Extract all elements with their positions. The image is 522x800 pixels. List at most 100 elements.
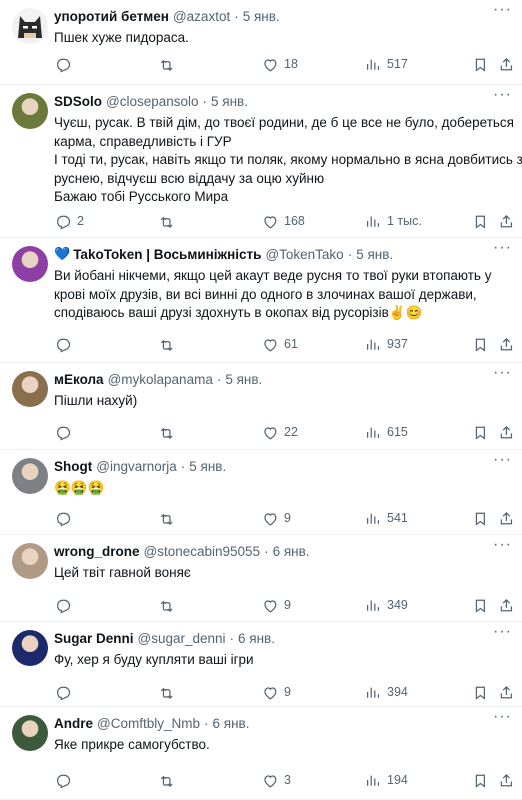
bookmark-button[interactable] (471, 597, 488, 614)
views-button[interactable]: 394 (364, 684, 408, 701)
reply-icon (56, 599, 71, 613)
share-button[interactable] (497, 597, 514, 614)
tweet-date[interactable]: 5 янв. (211, 94, 248, 109)
tweet-date[interactable]: 5 янв. (243, 9, 280, 24)
retweet-button[interactable] (158, 56, 181, 73)
reply-button[interactable] (54, 424, 77, 441)
retweet-button[interactable] (158, 424, 181, 441)
more-options-icon[interactable]: ··· (493, 240, 512, 256)
retweet-button[interactable] (158, 510, 181, 527)
like-button[interactable]: 168 (261, 213, 305, 230)
avatar[interactable] (12, 8, 48, 44)
views-button[interactable]: 517 (364, 56, 408, 73)
more-options-icon[interactable]: ··· (493, 87, 512, 103)
bookmark-button[interactable] (471, 213, 488, 230)
reply-button[interactable] (54, 336, 77, 353)
share-button[interactable] (497, 772, 514, 789)
reply-tweet[interactable]: упоротий бетмен @azaxtot · 5 янв. Пшек хуже … (0, 0, 522, 85)
bookmark-button[interactable] (471, 684, 488, 701)
more-options-icon[interactable]: ··· (493, 537, 512, 553)
retweet-button[interactable] (158, 597, 181, 614)
display-name[interactable]: 💙 TakoToken | Восьминіжність (54, 246, 261, 262)
display-name[interactable]: wrong_drone (54, 544, 140, 559)
share-button[interactable] (497, 684, 514, 701)
display-name[interactable]: Sugar Denni (54, 631, 134, 646)
bookmark-button[interactable] (471, 424, 488, 441)
tweet-date[interactable]: 6 янв. (213, 716, 250, 731)
user-handle[interactable]: @mykolapanama (108, 372, 213, 387)
views-button[interactable]: 194 (364, 772, 408, 789)
reply-button[interactable] (54, 510, 77, 527)
display-name[interactable]: мЕкола (54, 372, 104, 387)
user-handle[interactable]: @stonecabin95055 (144, 544, 261, 559)
tweet-date[interactable]: 5 янв. (189, 459, 226, 474)
reply-button[interactable] (54, 772, 77, 789)
views-button[interactable]: 937 (364, 336, 408, 353)
reply-tweet[interactable]: Andre @Comftbly_Nmb · 6 янв. Яке прикре само… (0, 707, 522, 800)
bookmark-button[interactable] (471, 56, 488, 73)
tweet-date[interactable]: 5 янв. (356, 247, 393, 262)
reply-tweet[interactable]: мЕкола @mykolapanama · 5 янв. Пішли нахуй) ··… (0, 363, 522, 450)
retweet-button[interactable] (158, 684, 181, 701)
like-button[interactable]: 18 (261, 56, 298, 73)
like-button[interactable]: 61 (261, 336, 298, 353)
display-name[interactable]: упоротий бетмен (54, 9, 169, 24)
reply-button[interactable]: 2 (54, 213, 84, 230)
tweet-date[interactable]: 5 янв. (225, 372, 262, 387)
retweet-button[interactable] (158, 772, 181, 789)
views-icon (366, 427, 380, 438)
more-options-icon[interactable]: ··· (493, 624, 512, 640)
user-handle[interactable]: @sugar_denni (138, 631, 226, 646)
avatar[interactable] (12, 371, 48, 407)
like-button[interactable]: 9 (261, 684, 291, 701)
more-options-icon[interactable]: ··· (493, 452, 512, 468)
user-handle[interactable]: @azaxtot (173, 9, 230, 24)
more-options-icon[interactable]: ··· (493, 365, 512, 381)
retweet-button[interactable] (158, 336, 181, 353)
tweet-text: Чуєш, русак. В твій дім, до твоєї родини… (54, 114, 522, 207)
reply-tweet[interactable]: SDSolo @closepansolo · 5 янв. Чуєш, русак. В… (0, 85, 522, 238)
user-handle[interactable]: @ingvarnorja (96, 459, 177, 474)
share-button[interactable] (497, 56, 514, 73)
like-button[interactable]: 9 (261, 510, 291, 527)
tweet-date[interactable]: 6 янв. (238, 631, 275, 646)
user-handle[interactable]: @closepansolo (106, 94, 199, 109)
like-button[interactable]: 9 (261, 597, 291, 614)
bookmark-button[interactable] (471, 510, 488, 527)
bookmark-button[interactable] (471, 772, 488, 789)
avatar[interactable] (12, 93, 48, 129)
more-options-icon[interactable]: ··· (493, 2, 512, 18)
user-handle[interactable]: @TokenTako (265, 247, 343, 262)
like-button[interactable]: 3 (261, 772, 291, 789)
reply-tweet[interactable]: 💙 TakoToken | Восьминіжність @TokenTako · 5 … (0, 238, 522, 363)
views-button[interactable]: 615 (364, 424, 408, 441)
avatar[interactable] (12, 715, 48, 751)
display-name[interactable]: Andre (54, 716, 93, 731)
reply-button[interactable] (54, 56, 77, 73)
reply-button[interactable] (54, 597, 77, 614)
display-name[interactable]: Shogt (54, 459, 92, 474)
reply-tweet[interactable]: Shogt @ingvarnorja · 5 янв. 🤮🤮🤮 ··· 9 541 (0, 450, 522, 535)
share-button[interactable] (497, 336, 514, 353)
display-name[interactable]: SDSolo (54, 94, 102, 109)
share-button[interactable] (497, 510, 514, 527)
more-options-icon[interactable]: ··· (493, 709, 512, 725)
reply-button[interactable] (54, 684, 77, 701)
reply-tweet[interactable]: wrong_drone @stonecabin95055 · 6 янв. Цей тв… (0, 535, 522, 622)
bookmark-button[interactable] (471, 336, 488, 353)
share-button[interactable] (497, 424, 514, 441)
views-button[interactable]: 541 (364, 510, 408, 527)
avatar[interactable] (12, 458, 48, 494)
avatar[interactable] (12, 543, 48, 579)
reply-tweet[interactable]: Sugar Denni @sugar_denni · 6 янв. Фу, хер я … (0, 622, 522, 707)
avatar[interactable] (12, 630, 48, 666)
views-button[interactable]: 349 (364, 597, 408, 614)
reply-icon (56, 338, 71, 352)
user-handle[interactable]: @Comftbly_Nmb (97, 716, 200, 731)
like-button[interactable]: 22 (261, 424, 298, 441)
views-button[interactable]: 1 тыс. (364, 213, 422, 230)
share-button[interactable] (497, 213, 514, 230)
retweet-button[interactable] (158, 213, 181, 230)
tweet-date[interactable]: 6 янв. (273, 544, 310, 559)
avatar[interactable] (12, 246, 48, 282)
